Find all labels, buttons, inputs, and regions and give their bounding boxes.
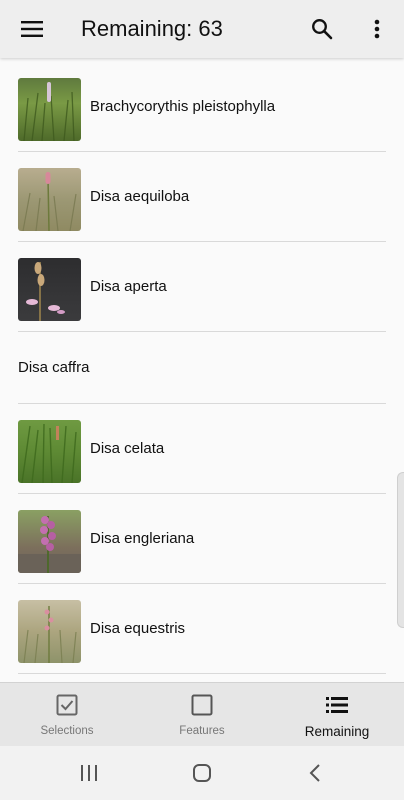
checkbox-checked-icon [0,694,134,718]
tab-label: Remaining [304,724,370,739]
list-item[interactable]: Disa caffra [18,332,386,404]
list-item[interactable]: Disa equestris [18,584,386,674]
tab-selections[interactable]: Selections [0,683,134,747]
bottom-navigation: Selections Features Remaining [0,682,404,747]
fast-scroll-handle[interactable] [397,472,404,628]
list-item[interactable]: Brachycorythis pleistophylla [18,62,386,152]
more-vert-icon[interactable] [357,9,397,49]
list-item[interactable]: Disa engleriana [18,494,386,584]
list-item[interactable]: Disa aequiloba [18,152,386,242]
species-name: Disa caffra [18,359,90,376]
species-thumbnail [18,510,81,573]
species-name: Disa aperta [90,278,167,295]
species-name: Disa celata [90,440,165,457]
species-name: Disa aequiloba [90,188,190,205]
species-thumbnail [18,600,81,663]
page-title: Remaining: 63 [81,16,223,41]
back-icon[interactable] [300,761,330,785]
tab-remaining[interactable]: Remaining [270,683,404,747]
checkbox-empty-icon [135,694,269,718]
list-icon [270,694,404,718]
recents-icon[interactable] [74,761,104,785]
species-list: Brachycorythis pleistophylla Disa aequil… [0,62,404,682]
system-navigation-bar [0,746,404,800]
tab-features[interactable]: Features [135,683,269,747]
species-thumbnail [18,258,81,321]
species-name: Disa equestris [90,620,186,637]
tab-label: Features [179,725,225,737]
app-bar: Remaining: 63 [0,0,404,58]
species-thumbnail [18,168,81,231]
hamburger-menu-icon[interactable] [12,9,52,49]
species-name: Disa engleriana [90,530,195,547]
list-item[interactable]: Disa celata [18,404,386,494]
species-thumbnail [18,78,81,141]
species-name: Brachycorythis pleistophylla [90,98,276,115]
home-icon[interactable] [187,761,217,785]
list-item[interactable]: Disa aperta [18,242,386,332]
tab-label: Selections [40,725,94,737]
species-thumbnail [18,420,81,483]
search-icon[interactable] [302,9,342,49]
